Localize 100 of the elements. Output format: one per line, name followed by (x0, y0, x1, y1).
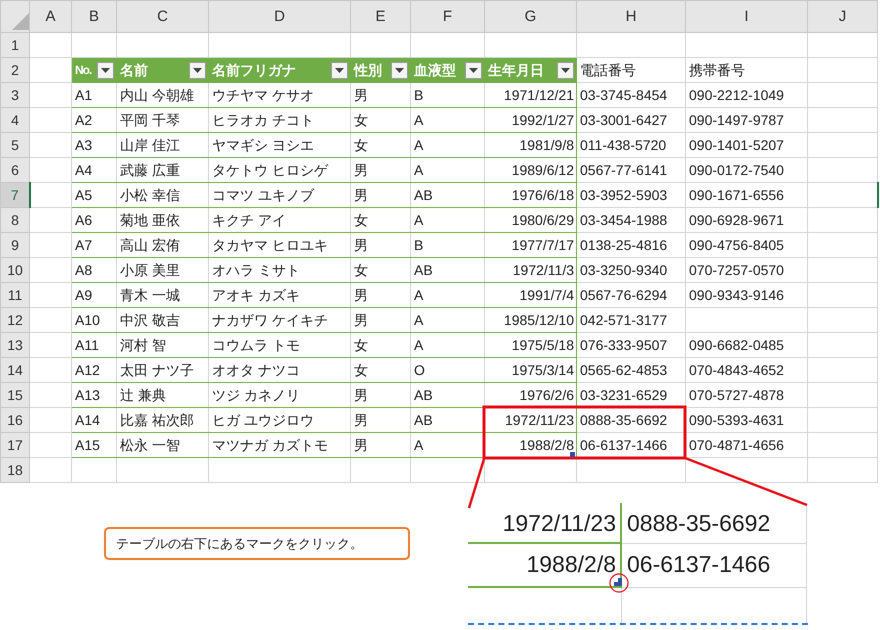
resize-handle-icon (614, 578, 622, 586)
column-heading: 電話番号 (576, 58, 686, 82)
row-header[interactable]: 5 (0, 132, 30, 158)
table-cell: 03-3001-6427 (576, 108, 686, 132)
heading-label: No. (75, 62, 92, 79)
table-cell: A3 (72, 132, 116, 158)
table-cell: A (410, 132, 484, 158)
table-cell: A (410, 158, 484, 182)
table-cell: タケトウ ヒロシゲ (208, 158, 350, 182)
table-cell: 山岸 佳江 (116, 132, 208, 158)
filter-button[interactable] (189, 62, 206, 78)
row-header[interactable]: 15 (0, 382, 30, 408)
table-cell: 辻 兼典 (116, 382, 208, 408)
table-cell: 女 (350, 358, 410, 382)
row-header[interactable]: 17 (0, 432, 30, 458)
table-cell: 03-3454-1988 (576, 208, 686, 232)
table-cell: A14 (72, 408, 116, 432)
table-cell: 菊地 亜依 (116, 208, 208, 232)
row-header[interactable]: 3 (0, 82, 30, 108)
row-header[interactable]: 10 (0, 258, 30, 282)
table-cell: 1985/12/10 (484, 308, 576, 332)
table-cell: 太田 ナツ子 (116, 358, 208, 382)
row-header[interactable]: 8 (0, 208, 30, 232)
table-cell: 090-5393-4631 (686, 408, 808, 432)
filter-button[interactable] (331, 62, 348, 78)
heading-label: 生年月日 (488, 61, 544, 80)
table-cell: 090-0172-7540 (686, 158, 808, 182)
column-header[interactable]: D (208, 0, 350, 32)
row-header[interactable]: 7 (0, 182, 30, 208)
row-header[interactable]: 6 (0, 158, 30, 182)
column-header[interactable]: E (350, 0, 410, 32)
table-cell: ツジ カネノリ (208, 382, 350, 408)
table-cell: 1989/6/12 (484, 158, 576, 182)
table-cell: 090-6682-0485 (686, 332, 808, 358)
table-cell: コマツ ユキノブ (208, 182, 350, 208)
filter-button[interactable] (97, 62, 114, 78)
table-cell: 0567-76-6294 (576, 282, 686, 308)
table-cell: 武藤 広重 (116, 158, 208, 182)
filter-button[interactable] (465, 62, 482, 78)
row-header[interactable]: 18 (0, 458, 30, 482)
column-header[interactable]: A (30, 0, 72, 32)
table-cell: 0888-35-6692 (622, 503, 807, 544)
row-header[interactable]: 12 (0, 308, 30, 332)
row-header[interactable]: 13 (0, 332, 30, 358)
table-cell: 比嘉 祐次郎 (116, 408, 208, 432)
table-cell: 0565-62-4853 (576, 358, 686, 382)
table-cell: 男 (350, 232, 410, 258)
row-header[interactable]: 14 (0, 358, 30, 382)
heading-label: 性別 (354, 61, 382, 80)
filter-button[interactable] (391, 62, 408, 78)
table-cell: 03-3745-8454 (576, 82, 686, 108)
table-cell: A8 (72, 258, 116, 282)
column-header[interactable]: I (686, 0, 808, 32)
table-cell: 090-1497-9787 (686, 108, 808, 132)
table-cell: A (410, 208, 484, 232)
table-cell: 03-3952-5903 (576, 182, 686, 208)
row-header[interactable]: 11 (0, 282, 30, 308)
row-header[interactable]: 1 (0, 32, 30, 58)
table-cell: B (410, 82, 484, 108)
heading-label: 名前 (120, 61, 148, 80)
table-cell: 090-9343-9146 (686, 282, 808, 308)
table-cell: O (410, 358, 484, 382)
table-cell: 1977/7/17 (484, 232, 576, 258)
resize-handle-icon (570, 452, 575, 457)
table-cell: 河村 智 (116, 332, 208, 358)
table-cell: A7 (72, 232, 116, 258)
table-cell: 070-4871-4656 (686, 432, 808, 458)
row-header[interactable]: 9 (0, 232, 30, 258)
table-cell: 女 (350, 332, 410, 358)
column-header[interactable]: H (576, 0, 686, 32)
row-header[interactable]: 4 (0, 108, 30, 132)
row-header[interactable]: 16 (0, 408, 30, 432)
table-cell: ヒガ ユウジロウ (208, 408, 350, 432)
table-cell: A10 (72, 308, 116, 332)
table-cell: 松永 一智 (116, 432, 208, 458)
table-cell: マツナガ カズトモ (208, 432, 350, 458)
table-cell: 小原 美里 (116, 258, 208, 282)
table-cell: 男 (350, 182, 410, 208)
table-cell: 男 (350, 432, 410, 458)
caret-icon (561, 68, 570, 72)
table-cell: 内山 今朝雄 (116, 82, 208, 108)
column-header[interactable]: B (72, 0, 116, 32)
circle-marker (609, 573, 629, 593)
table-cell: オハラ ミサト (208, 258, 350, 282)
column-header[interactable]: C (116, 0, 208, 32)
column-header[interactable]: F (410, 0, 484, 32)
table-cell: 平岡 千琴 (116, 108, 208, 132)
table-cell: ヒラオカ チコト (208, 108, 350, 132)
column-header[interactable]: J (808, 0, 878, 32)
table-cell: A13 (72, 382, 116, 408)
column-heading: 携帯番号 (686, 58, 808, 82)
filter-button[interactable] (557, 62, 574, 78)
row-header[interactable]: 2 (0, 58, 30, 82)
table-cell: 1972/11/3 (484, 258, 576, 282)
table-cell: 011-438-5720 (576, 132, 686, 158)
table-cell: 1972/11/23 (468, 503, 622, 544)
table-cell: 1976/6/18 (484, 182, 576, 208)
table-cell: AB (410, 382, 484, 408)
table-cell: B (410, 232, 484, 258)
column-header[interactable]: G (484, 0, 576, 32)
